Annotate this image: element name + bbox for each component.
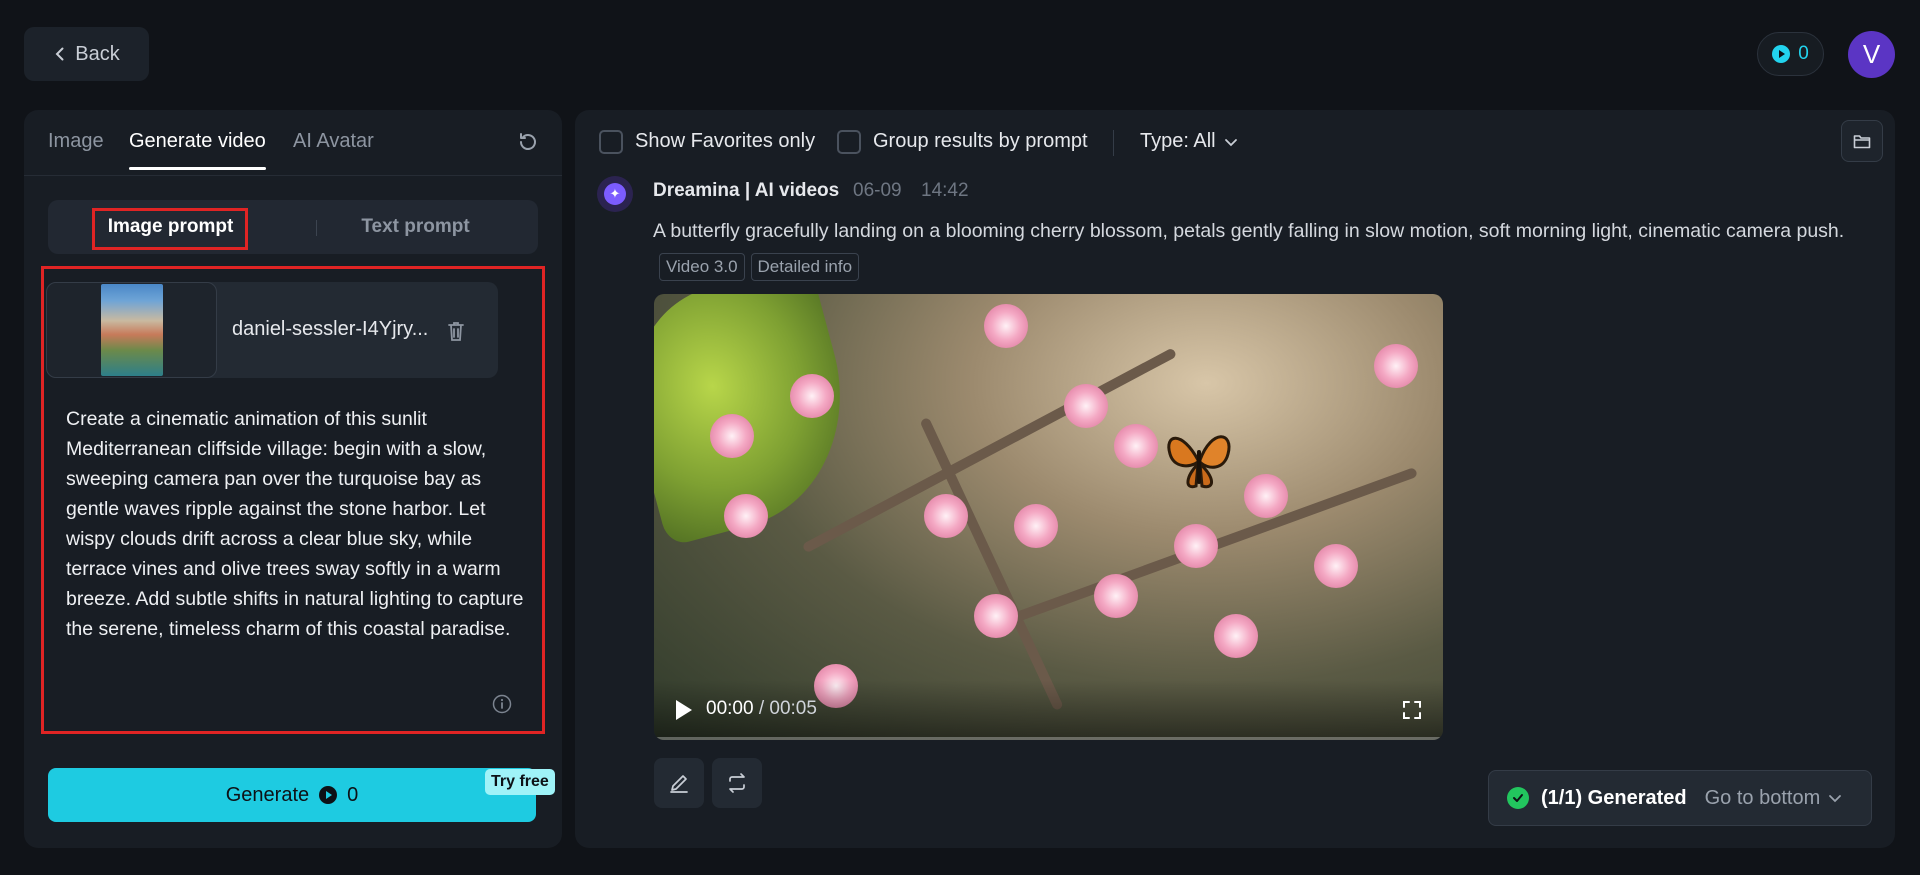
result-time: 14:42 bbox=[921, 180, 969, 201]
video-time: 00:00 / 00:05 bbox=[706, 698, 817, 720]
generated-count: (1/1) Generated bbox=[1541, 786, 1687, 809]
try-free-badge: Try free bbox=[485, 769, 555, 795]
uploaded-image-card: daniel-sessler-I4Yjry... bbox=[46, 282, 498, 378]
generate-label: Generate bbox=[225, 783, 310, 806]
video-blossom bbox=[724, 494, 768, 538]
back-button[interactable]: Back bbox=[24, 27, 149, 81]
fullscreen-icon[interactable] bbox=[1402, 700, 1422, 720]
credits-badge[interactable]: 0 bbox=[1757, 32, 1824, 76]
play-icon[interactable] bbox=[676, 700, 692, 720]
uploaded-file-name: daniel-sessler-I4Yjry... bbox=[232, 318, 429, 340]
result-prompt: A butterfly gracefully landing on a bloo… bbox=[653, 214, 1853, 284]
video-blossom bbox=[984, 304, 1028, 348]
video-blossom bbox=[924, 494, 968, 538]
tab-generate-video[interactable]: Generate video bbox=[129, 130, 266, 170]
chevron-left-icon bbox=[55, 47, 64, 61]
generate-button[interactable]: Generate 0 bbox=[48, 768, 536, 822]
type-filter-dropdown[interactable]: Type: All bbox=[1140, 130, 1238, 153]
detailed-info-tag[interactable]: Detailed info bbox=[750, 253, 860, 281]
group-by-prompt-label: Group results by prompt bbox=[873, 130, 1088, 152]
video-blossom bbox=[1214, 614, 1258, 658]
credits-count: 0 bbox=[1798, 43, 1809, 64]
edit-button[interactable] bbox=[654, 758, 704, 808]
video-blossom bbox=[1064, 384, 1108, 428]
show-favorites-checkbox[interactable] bbox=[599, 130, 623, 154]
group-by-prompt-checkbox[interactable] bbox=[837, 130, 861, 154]
tab-ai-avatar[interactable]: AI Avatar bbox=[293, 130, 374, 153]
tab-image[interactable]: Image bbox=[48, 130, 104, 153]
tab-bar: Image Generate video AI Avatar bbox=[24, 110, 562, 176]
image-prompt-highlight bbox=[92, 208, 248, 250]
video-blossom bbox=[1114, 424, 1158, 468]
folder-icon bbox=[1853, 135, 1871, 149]
video-blossom bbox=[1014, 504, 1058, 548]
show-favorites-label: Show Favorites only bbox=[635, 130, 816, 152]
video-duration: / 00:05 bbox=[758, 698, 817, 719]
trash-icon[interactable] bbox=[446, 320, 466, 342]
folder-button[interactable] bbox=[1841, 120, 1883, 162]
prompt-textarea[interactable]: Create a cinematic animation of this sun… bbox=[66, 404, 526, 644]
result-source: Dreamina | AI videos bbox=[653, 180, 840, 201]
video-current-time: 00:00 bbox=[706, 698, 754, 719]
video-blossom bbox=[1314, 544, 1358, 588]
video-blossom bbox=[1374, 344, 1418, 388]
video-blossom bbox=[790, 374, 834, 418]
results-panel: Show Favorites only Group results by pro… bbox=[575, 110, 1895, 848]
repeat-icon bbox=[729, 773, 745, 793]
toolbar-divider bbox=[1113, 130, 1114, 156]
credit-coin-icon bbox=[319, 786, 338, 804]
chevron-down-icon bbox=[1224, 138, 1237, 146]
model-tag[interactable]: Video 3.0 bbox=[659, 253, 745, 281]
regenerate-button[interactable] bbox=[712, 758, 762, 808]
image-thumbnail-frame[interactable] bbox=[46, 282, 217, 378]
info-icon[interactable] bbox=[492, 694, 512, 714]
check-circle-icon bbox=[1507, 787, 1529, 809]
go-to-bottom-button[interactable]: Go to bottom bbox=[1705, 787, 1843, 810]
butterfly-graphic bbox=[1167, 435, 1231, 489]
go-to-bottom-label: Go to bottom bbox=[1704, 786, 1821, 809]
video-player[interactable]: 00:00 / 00:05 bbox=[654, 294, 1443, 740]
video-branch bbox=[919, 416, 1064, 712]
video-blossom bbox=[1174, 524, 1218, 568]
result-date: 06-09 bbox=[853, 180, 902, 201]
avatar[interactable]: V bbox=[1848, 31, 1895, 78]
video-blossom bbox=[710, 414, 754, 458]
back-label: Back bbox=[75, 42, 120, 65]
chevron-down-icon bbox=[1829, 795, 1842, 803]
video-progress-bar[interactable] bbox=[654, 737, 1443, 740]
generation-status-bar: (1/1) Generated Go to bottom bbox=[1488, 770, 1872, 826]
video-blossom bbox=[1244, 474, 1288, 518]
left-panel: Image Generate video AI Avatar Image pro… bbox=[24, 110, 562, 848]
video-blossom bbox=[974, 594, 1018, 638]
text-prompt-tab[interactable]: Text prompt bbox=[293, 200, 538, 254]
result-description: A butterfly gracefully landing on a bloo… bbox=[653, 220, 1845, 242]
type-filter-label: Type: All bbox=[1140, 130, 1216, 152]
generate-cost: 0 bbox=[347, 783, 359, 806]
dreamina-logo-icon: ✦ bbox=[597, 176, 633, 212]
video-blossom bbox=[1094, 574, 1138, 618]
refresh-icon[interactable] bbox=[516, 130, 540, 154]
credit-coin-icon bbox=[1772, 45, 1791, 63]
pencil-icon bbox=[670, 775, 688, 793]
image-thumbnail bbox=[100, 284, 163, 376]
